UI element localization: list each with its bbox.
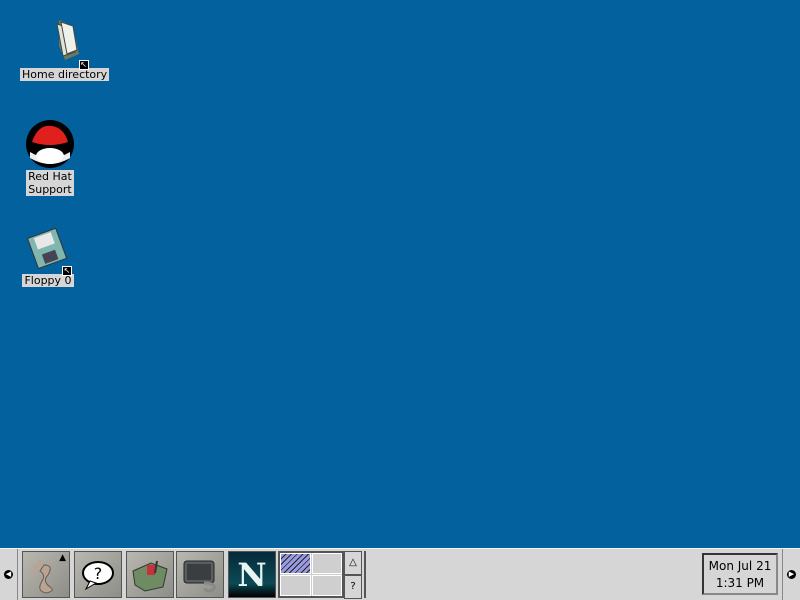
- pager-up-button[interactable]: △: [344, 551, 362, 575]
- netscape-icon: N: [237, 555, 267, 594]
- folder-icon: ↖: [39, 16, 91, 70]
- toolbox-icon: [132, 560, 168, 592]
- help-icon: ?: [82, 560, 114, 590]
- redhat-icon: [24, 118, 76, 170]
- icon-label: Home directory: [20, 68, 110, 81]
- floppy-icon: ↖: [22, 222, 74, 276]
- netscape-launcher[interactable]: N: [228, 551, 276, 598]
- desktop-icon-floppy[interactable]: ↖ Floppy 0: [22, 222, 74, 287]
- task-list: [364, 551, 700, 598]
- desktop-icon-red-hat-support[interactable]: Red Hat Support: [24, 118, 76, 196]
- desktop-icon-home-directory[interactable]: ↖ Home directory: [20, 16, 110, 81]
- workspace-3[interactable]: [280, 575, 311, 596]
- workspace-1[interactable]: [280, 553, 311, 574]
- shortcut-arrow-icon: ↖: [78, 60, 89, 70]
- pager-help-button[interactable]: ?: [344, 575, 362, 599]
- clock-time: 1:31 PM: [715, 576, 765, 590]
- arrow-left-icon: ◀: [4, 570, 13, 579]
- svg-text:?: ?: [94, 564, 103, 583]
- gnome-menu-button[interactable]: ▲: [22, 551, 70, 598]
- clock-date: Mon Jul 21: [708, 559, 772, 573]
- menu-arrow-icon: ▲: [59, 553, 66, 563]
- panel-hide-left-button[interactable]: ◀: [0, 549, 18, 600]
- workspace-pager[interactable]: [278, 551, 344, 598]
- help-launcher[interactable]: ?: [74, 551, 122, 598]
- terminal-launcher[interactable]: [176, 551, 224, 598]
- panel-hide-right-button[interactable]: ▶: [782, 549, 800, 600]
- icon-label: Red Hat Support: [26, 170, 74, 196]
- clock-applet[interactable]: Mon Jul 21 1:31 PM: [702, 553, 778, 595]
- workspace-2[interactable]: [311, 553, 342, 574]
- shortcut-arrow-icon: ↖: [62, 266, 72, 276]
- pager-controls: △ ?: [344, 551, 362, 599]
- arrow-right-icon: ▶: [787, 570, 796, 579]
- terminal-icon: [183, 560, 216, 592]
- control-center-launcher[interactable]: [126, 551, 174, 598]
- workspace-4[interactable]: [311, 575, 342, 596]
- gnome-panel: ◀ ▲ ? N △ ? Mon Jul 21 1:31 PM ▶: [0, 548, 800, 600]
